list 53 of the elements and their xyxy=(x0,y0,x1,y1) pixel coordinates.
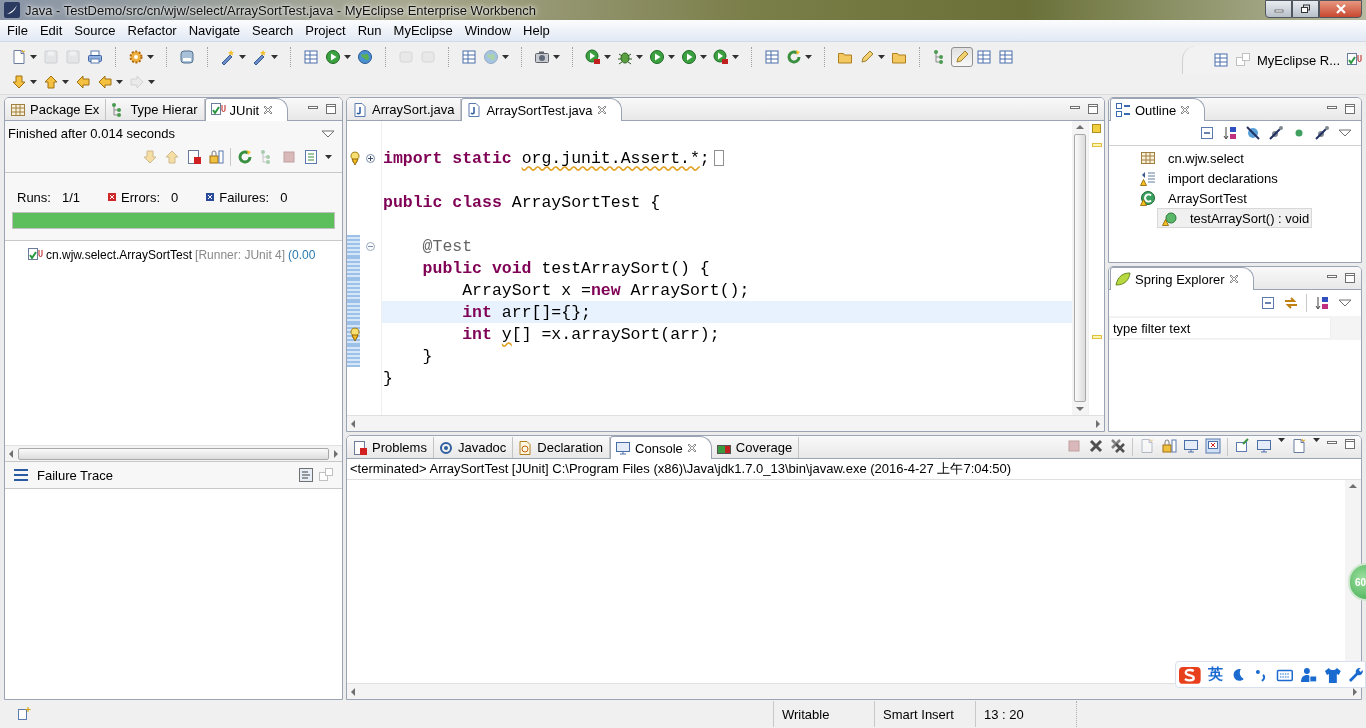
menu-item[interactable]: File xyxy=(1,21,34,40)
menu-item[interactable]: Refactor xyxy=(121,21,183,40)
menu-item[interactable]: Search xyxy=(246,21,300,40)
counter-label: Errors: xyxy=(121,189,161,205)
menu-item[interactable]: MyEclipse xyxy=(387,21,459,40)
view-tab[interactable]: Coverage xyxy=(711,437,800,458)
menu-item[interactable]: Window xyxy=(458,21,518,40)
view-tab[interactable]: ArraySortTest.java xyxy=(461,98,622,121)
code-line: } xyxy=(421,346,433,366)
status-field: Writable xyxy=(782,706,830,722)
view-tab[interactable]: Type Hierar xyxy=(106,99,205,120)
code-line: int arr[]={}; xyxy=(461,302,591,322)
code-line: } xyxy=(383,368,393,388)
view-tab[interactable]: Declaration xyxy=(513,437,611,458)
counter-label: Failures: xyxy=(219,189,270,205)
view-tab[interactable]: Problems xyxy=(348,437,434,458)
status-text: Finished after 0.014 seconds xyxy=(8,126,175,141)
code-line: @Test xyxy=(421,236,473,256)
filter-field[interactable]: type filter text xyxy=(1110,318,1330,338)
perspective-button[interactable]: MyEclipse R... xyxy=(1256,52,1340,68)
menu-item[interactable]: Source xyxy=(68,21,122,40)
tree-item[interactable]: import declarations xyxy=(1135,168,1281,188)
menu-item[interactable]: Navigate xyxy=(182,21,246,40)
menu-item[interactable]: Project xyxy=(299,21,352,40)
tree-item[interactable]: ArraySortTest xyxy=(1135,188,1250,208)
tree-item[interactable]: cn.wjw.select.ArraySortTest [Runner: JUnit 4] (0.00 xyxy=(27,245,316,265)
view-tab[interactable]: Package Ex xyxy=(6,99,107,120)
counter-value: 0 xyxy=(171,189,179,205)
view-tab[interactable]: JUnit xyxy=(204,98,289,121)
status-field: Smart Insert xyxy=(883,706,954,722)
code-line: public class ArraySortTest { xyxy=(383,192,661,212)
code-line: int y[] =x.arraySort(arr); xyxy=(461,324,720,344)
counter-value: 1/1 xyxy=(61,189,81,205)
tree-item[interactable]: cn.wjw.select xyxy=(1135,148,1247,168)
code-line: ArraySort x =new ArraySort(); xyxy=(461,280,750,300)
view-tab[interactable]: ArraySort.java xyxy=(348,99,462,120)
window-title: Java - TestDemo/src/cn/wjw/select/ArraySortTest.java - MyEclipse Enterprise Workbench xyxy=(25,2,537,18)
counter-value: 0 xyxy=(280,189,288,205)
view-tab[interactable]: Outline xyxy=(1110,98,1206,121)
status-field: 13 : 20 xyxy=(984,706,1024,722)
menu-item[interactable]: Help xyxy=(517,21,556,40)
console-header: <terminated> ArraySortTest [JUnit] C:\Program Files (x86)\Java\jdk1.7.0_13\bin\javaw.exe (2016-4-27 上午7:04:50) xyxy=(350,460,1012,478)
view-tab[interactable]: Console xyxy=(610,436,712,459)
menu-item[interactable]: Run xyxy=(351,21,388,40)
code-line: public void testArraySort() { xyxy=(421,258,710,278)
counter-label: Runs: xyxy=(17,189,51,205)
menu-item[interactable]: Edit xyxy=(33,21,69,40)
panel-title: Failure Trace xyxy=(37,467,113,483)
code-line: import static org.junit.Assert.*; xyxy=(383,148,710,168)
input-mode-button[interactable]: 英 xyxy=(1207,665,1223,684)
tree-item[interactable]: testArraySort() : void xyxy=(1157,208,1313,228)
view-tab[interactable]: Spring Explorer xyxy=(1110,267,1254,290)
view-tab[interactable]: Javadoc xyxy=(433,437,514,458)
